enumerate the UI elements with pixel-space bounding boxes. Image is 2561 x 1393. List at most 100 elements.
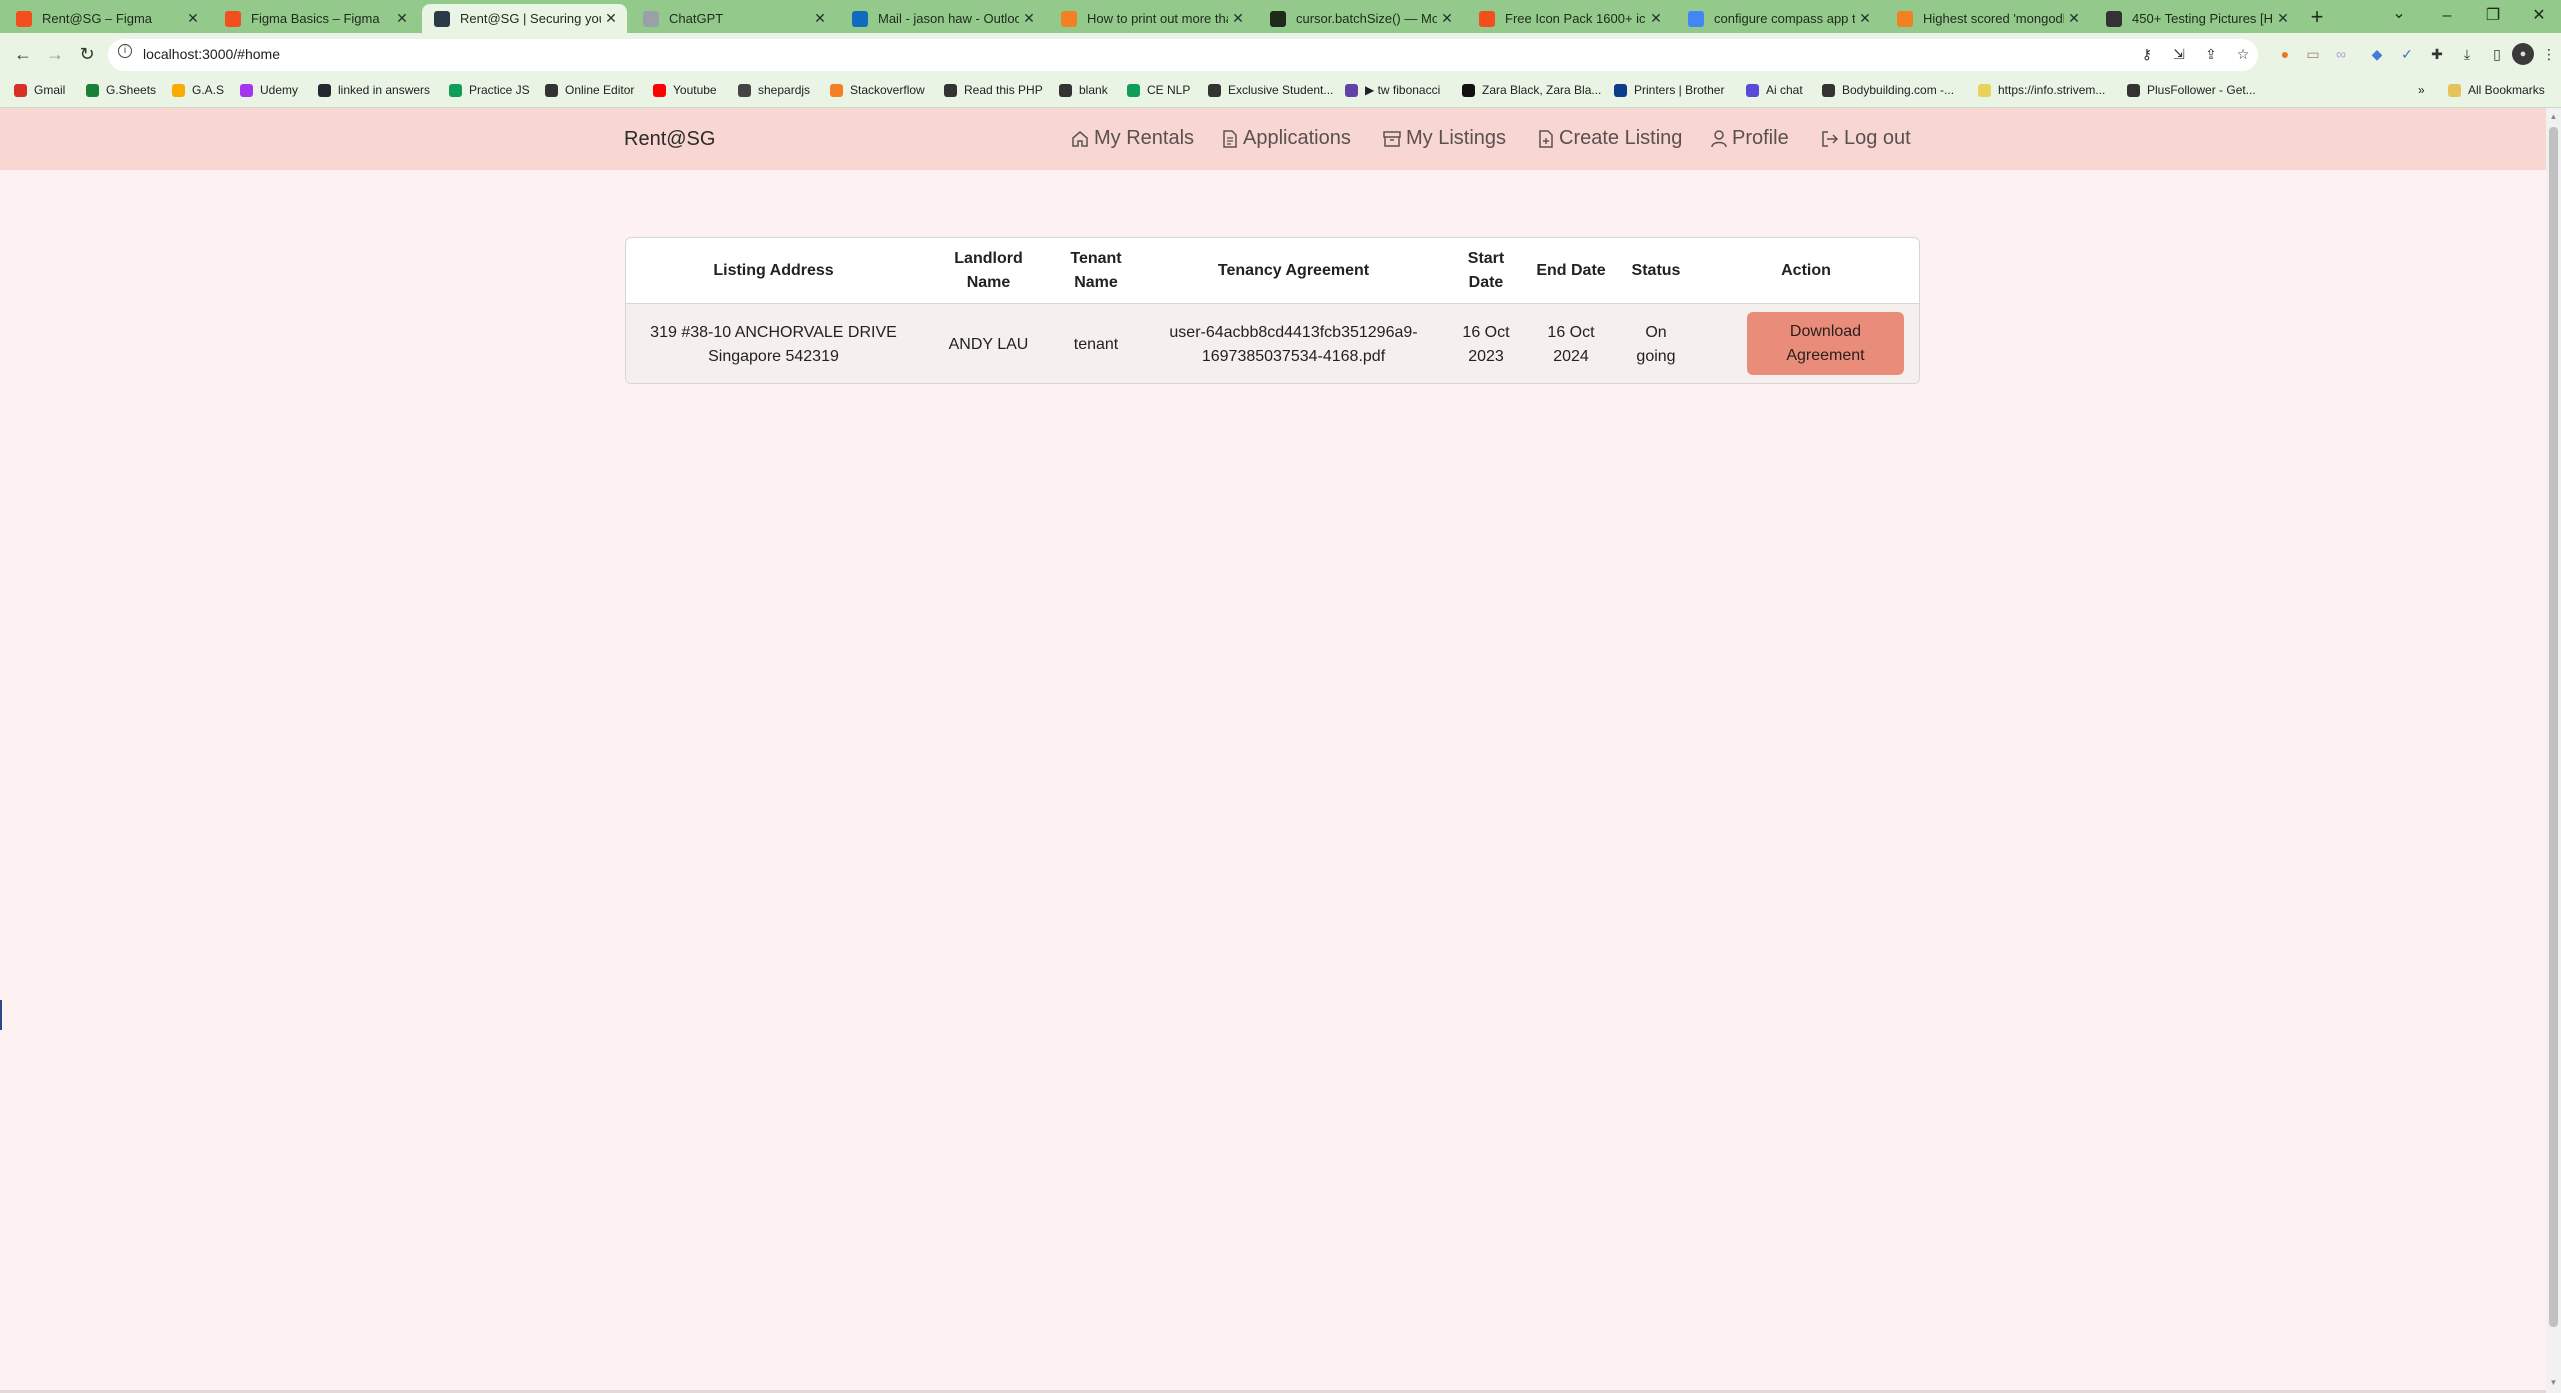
bookmark-item[interactable]: G.A.S: [172, 83, 224, 97]
close-tab-icon[interactable]: ✕: [2273, 10, 2293, 27]
user-icon: [1711, 129, 1727, 147]
browser-tab[interactable]: 450+ Testing Pictures [HQ ✕: [2094, 4, 2299, 33]
bookmark-item[interactable]: Zara Black, Zara Bla...: [1462, 83, 1601, 97]
bookmark-label: Printers | Brother: [1634, 83, 1725, 97]
browser-tab[interactable]: Rent@SG | Securing your ...✕: [422, 4, 627, 33]
tab-title: ChatGPT: [669, 11, 724, 26]
bookmark-item[interactable]: Youtube: [653, 83, 717, 97]
bookmark-label: shepardjs: [758, 83, 811, 97]
scroll-down-arrow[interactable]: ▼: [2549, 1378, 2558, 1387]
google-icon: [1688, 10, 1704, 27]
all-bookmarks-folder[interactable]: All Bookmarks: [2448, 83, 2545, 97]
minimize-button[interactable]: –: [2424, 2, 2470, 30]
nav-create-listing[interactable]: Create Listing: [1538, 127, 1682, 150]
nav-my-rentals-label: My Rentals: [1094, 127, 1195, 149]
nav-applications[interactable]: Applications: [1222, 127, 1351, 150]
close-tab-icon[interactable]: ✕: [392, 10, 412, 27]
install-app-icon[interactable]: ⇲: [2168, 43, 2190, 65]
browser-tab[interactable]: cursor.batchSize() — Mon ✕: [1258, 4, 1463, 33]
restore-button[interactable]: ❐: [2470, 2, 2516, 30]
browser-tab[interactable]: Figma Basics – Figma ✕: [213, 4, 418, 33]
bookmark-item[interactable]: linked in answers: [318, 83, 430, 97]
nav-profile[interactable]: Profile: [1711, 127, 1789, 150]
extension-orange-icon[interactable]: ●: [2274, 43, 2296, 65]
nav-log-out[interactable]: Log out: [1821, 127, 1911, 150]
bookmark-item[interactable]: Stackoverflow: [830, 83, 925, 97]
close-tab-icon[interactable]: ✕: [183, 10, 203, 27]
bookmark-item[interactable]: https://info.strivem...: [1978, 83, 2105, 97]
reload-button[interactable]: ↻: [74, 42, 100, 66]
forward-button[interactable]: →: [42, 42, 68, 66]
close-tab-icon[interactable]: ✕: [2064, 10, 2084, 27]
password-key-icon[interactable]: ⚷: [2136, 43, 2158, 65]
tab-title: configure compass app to: [1714, 11, 1855, 26]
bookmark-item[interactable]: Online Editor: [545, 83, 634, 97]
bookmark-item[interactable]: Exclusive Student...: [1208, 83, 1333, 97]
bookmark-item[interactable]: Bodybuilding.com -...: [1822, 83, 1954, 97]
side-panel-icon[interactable]: ▯: [2486, 43, 2508, 65]
tab-title: cursor.batchSize() — Mon: [1296, 11, 1437, 26]
bookmark-item[interactable]: Practice JS: [449, 83, 530, 97]
new-tab-button[interactable]: +: [2303, 4, 2331, 32]
extension-blue-icon[interactable]: ◆: [2366, 43, 2388, 65]
scroll-up-arrow[interactable]: ▲: [2549, 112, 2558, 121]
bookmark-favicon-icon: [1462, 83, 1475, 97]
downloads-icon[interactable]: ⤓: [2456, 43, 2478, 65]
close-tab-icon[interactable]: ✕: [1228, 10, 1248, 27]
tab-title: Free Icon Pack 1600+ icon: [1505, 11, 1646, 26]
nav-my-rentals[interactable]: My Rentals: [1071, 127, 1194, 150]
address-bar[interactable]: [108, 39, 2258, 71]
bookmark-item[interactable]: ▶ tw fibonacci: [1345, 83, 1440, 97]
browser-tab[interactable]: How to print out more tha ✕: [1049, 4, 1254, 33]
browser-tab[interactable]: Mail - jason haw - Outlook ✕: [840, 4, 1045, 33]
share-icon[interactable]: ⇪: [2200, 43, 2222, 65]
bookmark-item[interactable]: PlusFollower - Get...: [2127, 83, 2256, 97]
cell-landlord-name: ANDY LAU: [948, 335, 1029, 353]
bookmark-item[interactable]: CE NLP: [1127, 83, 1190, 97]
bookmark-item[interactable]: Read this PHP: [944, 83, 1043, 97]
bookmark-item[interactable]: shepardjs: [738, 83, 810, 97]
close-tab-icon[interactable]: ✕: [601, 10, 621, 27]
profile-avatar[interactable]: ●: [2512, 43, 2534, 65]
header-landlord-name: Landlord Name: [954, 249, 1023, 291]
bookmark-item[interactable]: G.Sheets: [86, 83, 156, 97]
url-text[interactable]: localhost:3000/#home: [143, 46, 280, 62]
browser-tab[interactable]: Rent@SG – Figma ✕: [4, 4, 209, 33]
close-tab-icon[interactable]: ✕: [1019, 10, 1039, 27]
browser-tab[interactable]: configure compass app to ✕: [1676, 4, 1881, 33]
nav-my-listings[interactable]: My Listings: [1383, 127, 1506, 150]
browser-tab[interactable]: Free Icon Pack 1600+ icon ✕: [1467, 4, 1672, 33]
close-tab-icon[interactable]: ✕: [1855, 10, 1875, 27]
bookmark-item[interactable]: blank: [1059, 83, 1108, 97]
nav-create-listing-label: Create Listing: [1559, 127, 1683, 149]
bookmark-item[interactable]: Printers | Brother: [1614, 83, 1724, 97]
bookmark-favicon-icon: [653, 83, 666, 97]
bookmark-item[interactable]: Ai chat: [1746, 83, 1803, 97]
site-info-icon[interactable]: i: [118, 44, 132, 58]
back-button[interactable]: ←: [10, 42, 36, 66]
browser-tab[interactable]: Highest scored 'mongodb ✕: [1885, 4, 2090, 33]
extensions-puzzle-icon[interactable]: ✚: [2426, 43, 2448, 65]
cell-tenant-name: tenant: [1073, 335, 1119, 353]
tab-search-icon[interactable]: ⌄: [2376, 0, 2422, 28]
scrollbar-thumb[interactable]: [2549, 127, 2558, 1327]
download-agreement-button[interactable]: Download Agreement: [1747, 312, 1904, 375]
close-window-button[interactable]: ✕: [2516, 2, 2561, 30]
extension-purple-icon[interactable]: ∞: [2330, 43, 2352, 65]
bookmark-favicon-icon: [2127, 83, 2140, 97]
bookmark-item[interactable]: Gmail: [14, 83, 65, 97]
cell-listing-address: 319 #38-10 ANCHORVALE DRIVE Singapore 54…: [650, 323, 897, 365]
bookmark-favicon-icon: [1978, 83, 1991, 97]
bookmark-item[interactable]: Udemy: [240, 83, 298, 97]
browser-tab[interactable]: ChatGPT ✕: [631, 4, 836, 33]
close-tab-icon[interactable]: ✕: [810, 10, 830, 27]
close-tab-icon[interactable]: ✕: [1646, 10, 1666, 27]
browser-menu-icon[interactable]: ⋮: [2538, 43, 2560, 65]
bookmark-star-icon[interactable]: ☆: [2232, 43, 2254, 65]
tab-title: Rent@SG – Figma: [42, 11, 153, 26]
close-tab-icon[interactable]: ✕: [1437, 10, 1457, 27]
bookmarks-overflow-icon[interactable]: »: [2418, 83, 2425, 97]
extension-check-icon[interactable]: ✓: [2396, 43, 2418, 65]
extension-cast-icon[interactable]: ▭: [2302, 43, 2324, 65]
brand-logo-text[interactable]: Rent@SG: [624, 128, 715, 151]
